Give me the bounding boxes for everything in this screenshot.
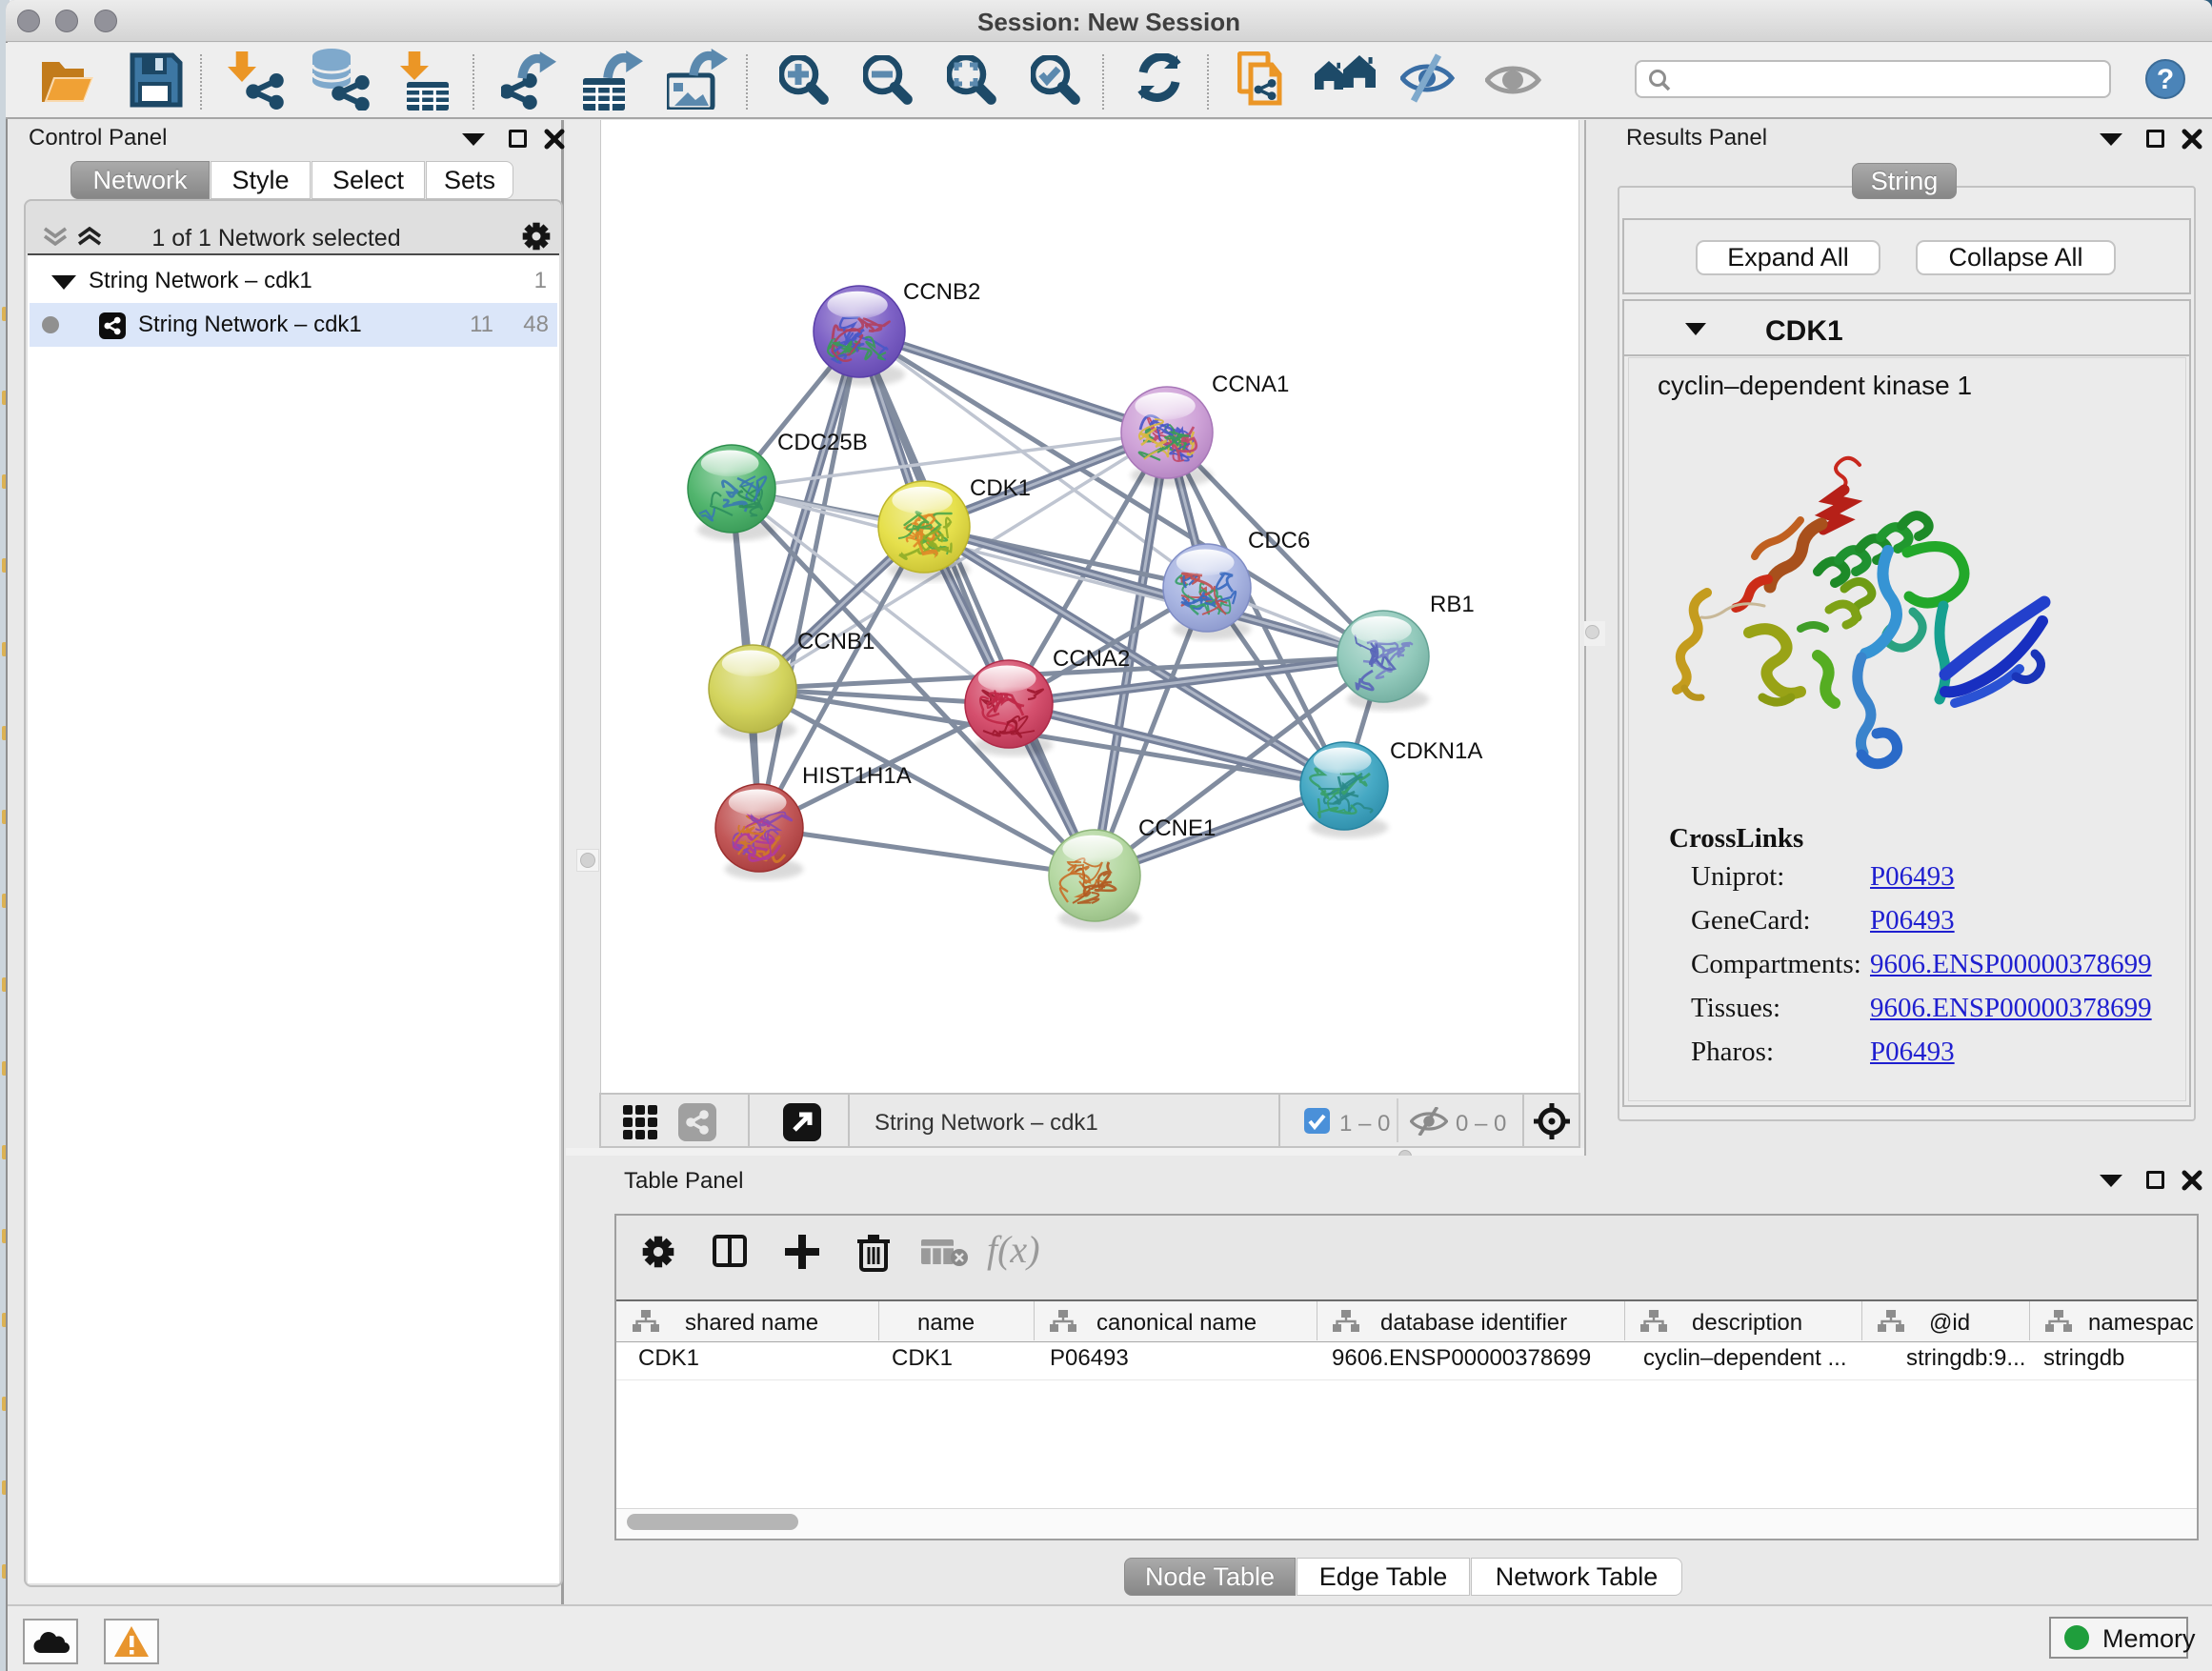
svg-text:CDC6: CDC6 — [1248, 528, 1310, 554]
svg-text:CCNE1: CCNE1 — [1138, 815, 1216, 841]
svg-text:CCNA2: CCNA2 — [1053, 646, 1130, 672]
svg-text:HIST1H1A: HIST1H1A — [802, 763, 912, 789]
svg-text:CDKN1A: CDKN1A — [1390, 738, 1482, 764]
svg-text:CCNB1: CCNB1 — [797, 629, 875, 654]
svg-text:RB1: RB1 — [1430, 592, 1475, 617]
svg-text:CDC25B: CDC25B — [777, 430, 868, 455]
svg-text:CCNA1: CCNA1 — [1212, 372, 1289, 397]
svg-text:CCNB2: CCNB2 — [903, 279, 980, 305]
svg-text:CDK1: CDK1 — [970, 475, 1031, 501]
